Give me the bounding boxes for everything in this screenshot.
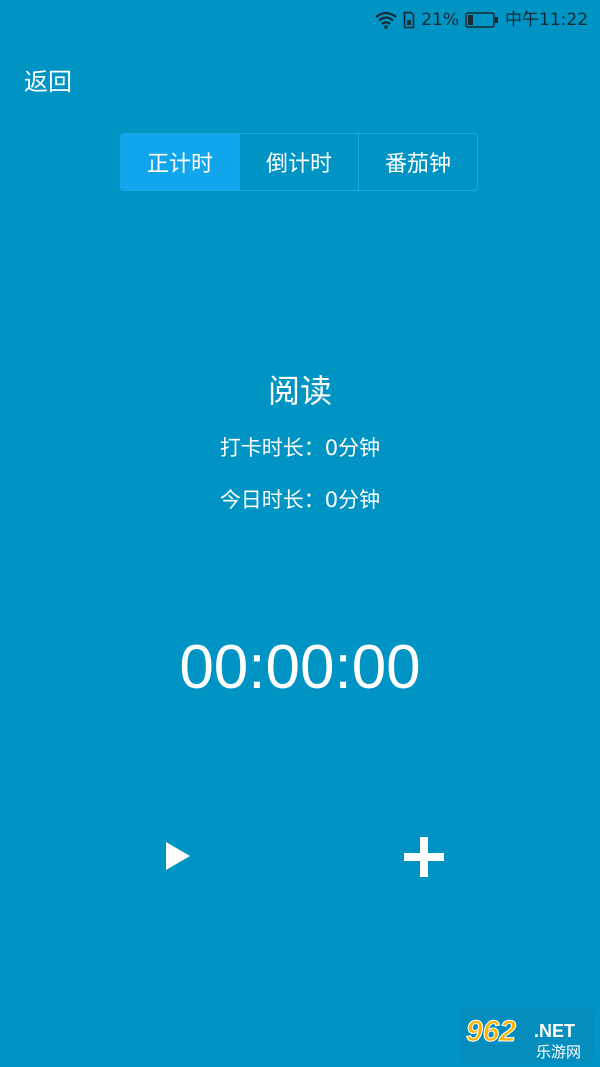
watermark-logo: 962 .NET 乐游网: [460, 1007, 594, 1063]
play-button[interactable]: [150, 830, 206, 886]
clock: 中午11:22: [505, 10, 588, 30]
wifi-icon: [375, 11, 397, 29]
checkin-duration: 打卡时长：0分钟: [219, 436, 381, 460]
activity-name: 阅读: [267, 372, 332, 410]
svg-text:.NET: .NET: [534, 1021, 575, 1041]
status-bar-right: 21% 中午11:22: [375, 8, 588, 32]
timer-display: 00:00:00: [179, 633, 421, 702]
add-button[interactable]: [394, 829, 454, 889]
status-bar: 21% 中午11:22: [0, 0, 600, 40]
timer-screen: 21% 中午11:22 返回 正计时 倒计时 番茄钟 阅读 打卡时长：0分钟 今…: [0, 0, 600, 1067]
sim-card-icon: [403, 11, 415, 29]
back-button[interactable]: 返回: [24, 64, 72, 100]
svg-text:乐游网: 乐游网: [536, 1043, 581, 1061]
mode-tabs: 正计时 倒计时 番茄钟: [120, 133, 478, 191]
battery-icon: [465, 11, 499, 29]
battery-percent: 21%: [421, 10, 459, 30]
plus-icon: [404, 837, 444, 881]
tab-countdown[interactable]: 倒计时: [239, 134, 358, 190]
play-icon: [164, 840, 192, 876]
tab-pomodoro[interactable]: 番茄钟: [358, 134, 477, 190]
svg-text:962: 962: [466, 1015, 516, 1048]
today-duration: 今日时长：0分钟: [219, 488, 381, 512]
tab-count-up[interactable]: 正计时: [121, 134, 239, 190]
